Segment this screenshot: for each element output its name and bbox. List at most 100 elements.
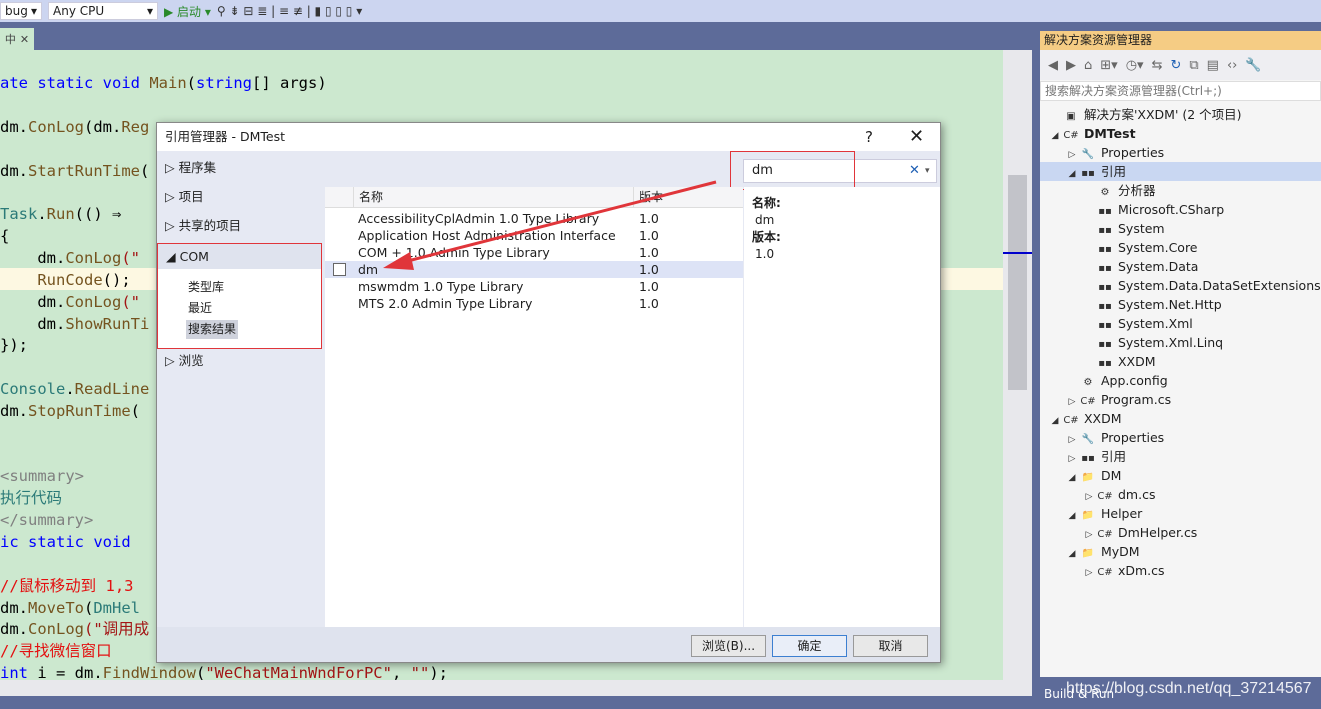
tree-item[interactable]: ▪▪ System.Data.DataSetExtensions [1040, 276, 1321, 295]
nav-projects[interactable]: ▷ 项目 [157, 186, 322, 208]
code-token: ( [130, 402, 140, 420]
tree-item[interactable]: ▪▪ Microsoft.CSharp [1040, 200, 1321, 219]
tree-item[interactable]: ▪▪ System.Xml.Linq [1040, 333, 1321, 352]
browse-button[interactable]: 浏览(B)... [691, 635, 766, 657]
close-tab-icon[interactable]: ✕ [20, 33, 29, 46]
main-toolbar: bug ▾ Any CPU ▾ ▶ 启动 ▾ ⚲ ⇟ ⊟ ≣ | ≡ ≢ | ▮ ▯… [0, 0, 1321, 22]
code-token: dm. [0, 118, 28, 136]
tree-item[interactable]: ▪▪ System.Data [1040, 257, 1321, 276]
list-row[interactable]: AccessibilityCplAdmin 1.0 Type Library 1.… [325, 210, 743, 227]
solution-search-input[interactable]: 搜索解决方案资源管理器(Ctrl+;) [1040, 81, 1321, 101]
code-token: ate [0, 74, 38, 92]
nav-recent[interactable]: 最近 [186, 299, 214, 318]
back-icon[interactable]: ◀ [1048, 58, 1058, 73]
nav-type-libraries[interactable]: 类型库 [186, 278, 226, 297]
chevron-down-icon: ▾ [146, 4, 153, 18]
reference-list: 名称 版本 AccessibilityCplAdmin 1.0 Type Lib… [325, 187, 743, 627]
code-token: (" [121, 249, 140, 267]
cancel-button[interactable]: 取消 [853, 635, 928, 657]
pending-changes-icon[interactable]: ◷▾ [1126, 58, 1144, 73]
tree-item[interactable]: ▪▪ XXDM [1040, 352, 1321, 371]
column-version[interactable]: 版本 [633, 187, 703, 208]
tree-item-label: Microsoft.CSharp [1117, 202, 1225, 217]
list-row[interactable]: dm 1.0 [325, 261, 743, 278]
tree-item[interactable]: ▪▪ System [1040, 219, 1321, 238]
pin-icon[interactable]: 中 [5, 31, 16, 47]
code-token: ("调用成 [84, 620, 150, 638]
collapse-icon[interactable]: ⧉ [1189, 58, 1198, 73]
tree-item[interactable]: ▷ C# dm.cs [1040, 485, 1321, 504]
tree-item[interactable]: ▷ C# Program.cs [1040, 390, 1321, 409]
column-name[interactable]: 名称 [353, 187, 633, 208]
code-line: { [0, 225, 9, 247]
nav-assemblies[interactable]: ▷ 程序集 [157, 157, 322, 179]
platform-value: Any CPU [53, 4, 105, 18]
list-header: 名称 版本 [325, 187, 743, 208]
nav-com[interactable]: ◢ COM [158, 244, 321, 269]
platform-select[interactable]: Any CPU ▾ [48, 2, 158, 20]
code-token: string [196, 74, 252, 92]
clear-search-icon[interactable]: ✕ [909, 159, 920, 183]
show-all-icon[interactable]: ▤ [1207, 58, 1219, 73]
tree-item-label: Program.cs [1100, 392, 1172, 407]
list-row[interactable]: Application Host Administration Interfac… [325, 227, 743, 244]
forward-icon[interactable]: ▶ [1066, 58, 1076, 73]
code-line: ate static void Main(string[] args) [0, 72, 327, 94]
tree-item[interactable]: ▷ 🔧 Properties [1040, 428, 1321, 447]
tree-item[interactable]: ▷ ▪▪ 引用 [1040, 447, 1321, 466]
ok-button[interactable]: 确定 [772, 635, 847, 657]
row-version: 1.0 [639, 211, 659, 226]
document-tab[interactable]: 中 ✕ [0, 28, 34, 50]
tree-item[interactable]: ◢ 📁 Helper [1040, 504, 1321, 523]
list-row[interactable]: mswmdm 1.0 Type Library 1.0 [325, 278, 743, 295]
tree-item[interactable]: ▪▪ System.Xml [1040, 314, 1321, 333]
switch-view-icon[interactable]: ⊞▾ [1100, 58, 1117, 73]
scrollbar-thumb[interactable] [1008, 175, 1027, 390]
tree-item[interactable]: ◢ ▪▪ 引用 [1040, 162, 1321, 181]
home-icon[interactable]: ⌂ [1084, 58, 1092, 73]
tree-item[interactable]: ◢ C# XXDM [1040, 409, 1321, 428]
code-line: //寻找微信窗口 [0, 640, 112, 662]
config-select[interactable]: bug ▾ [0, 2, 42, 20]
code-token: ConLog [28, 620, 84, 638]
tree-item[interactable]: ⚙ 分析器 [1040, 181, 1321, 200]
code-line: </summary> [0, 509, 93, 531]
help-button[interactable]: ? [865, 123, 873, 151]
tree-item-label: Properties [1100, 145, 1165, 160]
search-dropdown-icon[interactable]: ▾ [925, 159, 930, 183]
row-name: dm [358, 262, 379, 277]
details-version-label: 版本: [752, 230, 781, 244]
tree-item[interactable]: ▷ 🔧 Properties [1040, 143, 1321, 162]
tree-item[interactable]: ▷ C# DmHelper.cs [1040, 523, 1321, 542]
tree-item[interactable]: ▪▪ System.Core [1040, 238, 1321, 257]
code-token: { [0, 227, 10, 245]
start-button[interactable]: ▶ 启动 ▾ [164, 3, 211, 20]
properties-icon[interactable]: 🔧 [1245, 58, 1261, 73]
tree-item[interactable]: ◢ 📁 MyDM [1040, 542, 1321, 561]
refresh-icon[interactable]: ↻ [1170, 58, 1181, 73]
list-row[interactable]: MTS 2.0 Admin Type Library 1.0 [325, 295, 743, 312]
code-line: <summary> [0, 465, 84, 487]
list-row[interactable]: COM + 1.0 Admin Type Library 1.0 [325, 244, 743, 261]
tree-item[interactable]: ▷ C# xDm.cs [1040, 561, 1321, 580]
expander-icon[interactable]: ▷ [1082, 564, 1096, 583]
include-checkbox[interactable] [333, 263, 346, 276]
code-token: . [65, 380, 75, 398]
editor-horizontal-scrollbar[interactable] [0, 680, 1032, 696]
nav-label: COM [179, 249, 209, 264]
tree-item[interactable]: ▪▪ System.Net.Http [1040, 295, 1321, 314]
nav-search-results[interactable]: 搜索结果 [186, 320, 239, 339]
tree-item[interactable]: ◢ C# DMTest [1040, 124, 1321, 143]
nav-shared-projects[interactable]: ▷ 共享的项目 [157, 215, 322, 237]
close-button[interactable]: ✕ [909, 123, 924, 151]
collapse-icon: ◢ [166, 249, 180, 264]
code-view-icon[interactable]: ‹› [1227, 58, 1237, 73]
tree-item[interactable]: ⚙ App.config [1040, 371, 1321, 390]
tree-item[interactable]: ▣ 解决方案'XXDM' (2 个项目) [1040, 105, 1321, 124]
sync-icon[interactable]: ⇆ [1152, 58, 1163, 73]
nav-browse[interactable]: ▷ 浏览 [157, 350, 322, 372]
code-line: }); [0, 334, 28, 356]
row-name: COM + 1.0 Admin Type Library [358, 245, 550, 260]
tree-item[interactable]: ◢ 📁 DM [1040, 466, 1321, 485]
code-token: (); [102, 271, 131, 289]
